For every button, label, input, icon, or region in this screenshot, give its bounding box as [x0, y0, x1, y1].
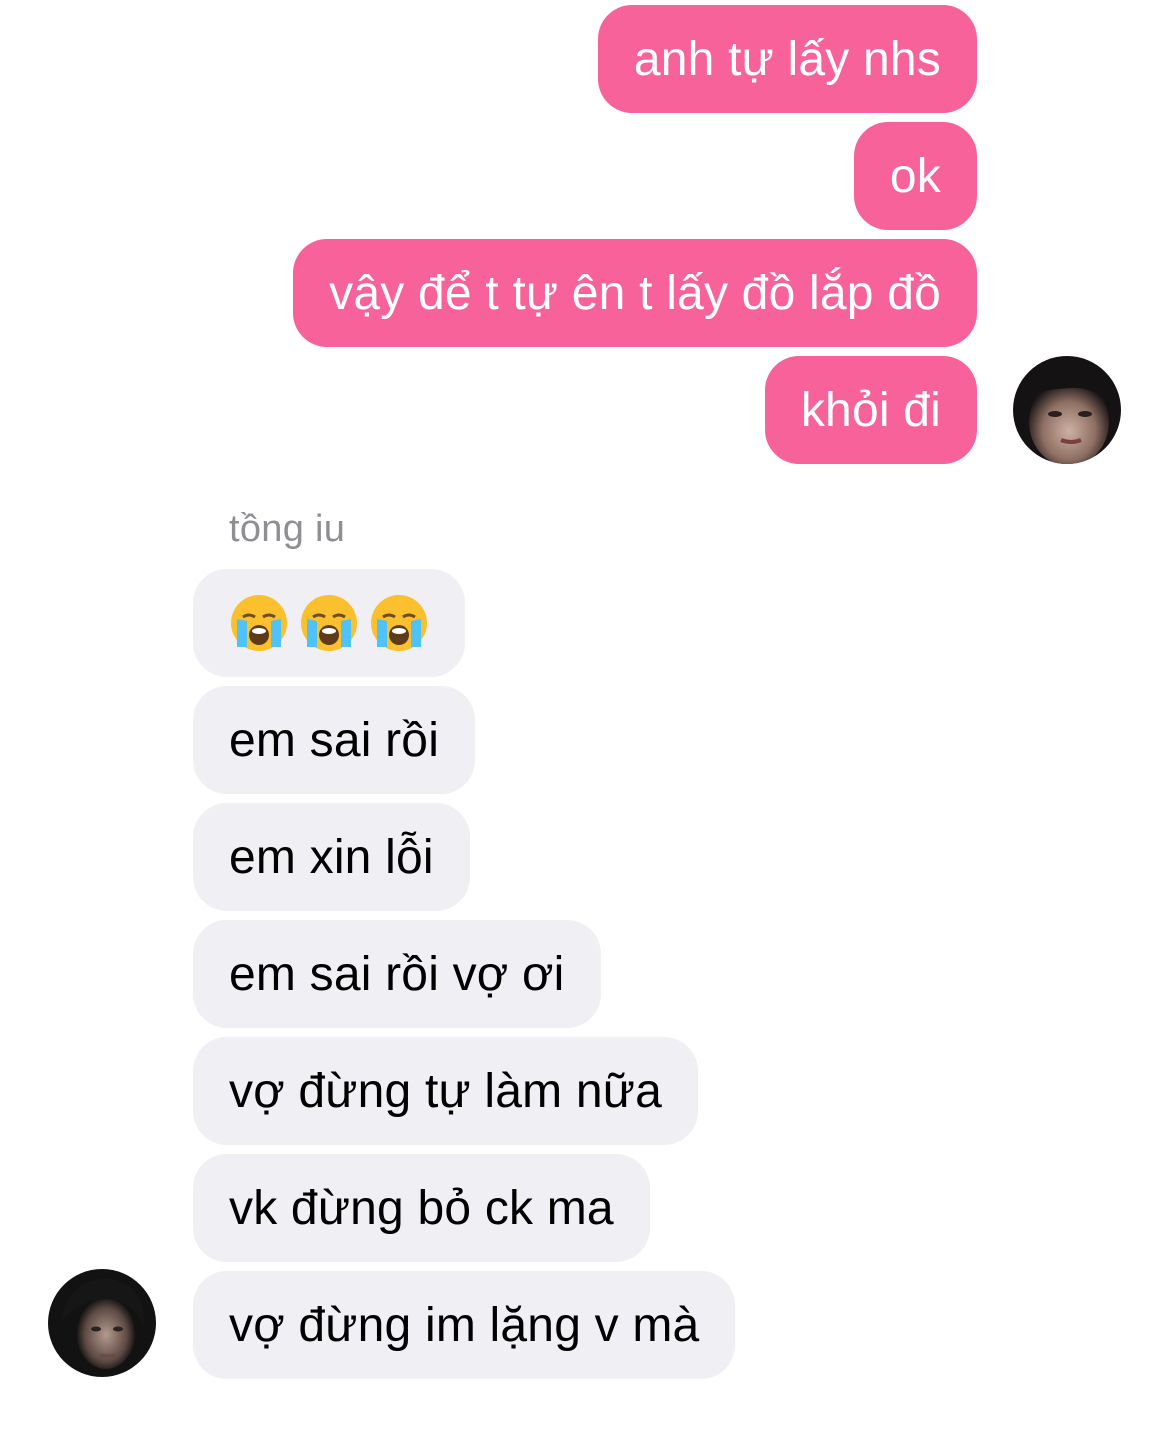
message-text: vợ đừng tự làm nữa [229, 1064, 662, 1118]
loudly-crying-face-icon [369, 593, 429, 653]
outgoing-message[interactable]: khỏi đi [764, 356, 977, 464]
incoming-message[interactable]: vợ đừng tự làm nữa [193, 1037, 698, 1145]
sender-name: tồng iu [229, 508, 346, 550]
incoming-message[interactable]: em sai rồi vợ ơi [193, 920, 601, 1028]
outgoing-message[interactable]: ok [853, 122, 977, 230]
message-text: em xin lỗi [229, 830, 434, 884]
emoji-row [229, 593, 429, 653]
loudly-crying-face-icon [229, 593, 289, 653]
message-text: vậy để t tự ên t lấy đồ lắp đồ [329, 266, 941, 320]
message-text: ok [889, 149, 941, 203]
outgoing-message[interactable]: anh tự lấy nhs [597, 5, 977, 113]
incoming-message[interactable]: em sai rồi [193, 686, 476, 794]
user-avatar[interactable] [1013, 356, 1121, 464]
incoming-message[interactable] [193, 569, 465, 677]
outgoing-message[interactable]: vậy để t tự ên t lấy đồ lắp đồ [293, 239, 977, 347]
incoming-message[interactable]: vợ đừng im lặng v mà [193, 1271, 736, 1379]
message-text: khỏi đi [800, 383, 941, 437]
message-text: em sai rồi [229, 713, 440, 767]
sender-avatar[interactable] [48, 1269, 156, 1377]
message-text: em sai rồi vợ ơi [229, 947, 565, 1001]
incoming-message[interactable]: vk đừng bỏ ck ma [193, 1154, 650, 1262]
incoming-message[interactable]: em xin lỗi [193, 803, 470, 911]
message-text: vk đừng bỏ ck ma [229, 1181, 614, 1235]
message-text: vợ đừng im lặng v mà [229, 1298, 700, 1352]
message-text: anh tự lấy nhs [633, 32, 941, 86]
loudly-crying-face-icon [299, 593, 359, 653]
